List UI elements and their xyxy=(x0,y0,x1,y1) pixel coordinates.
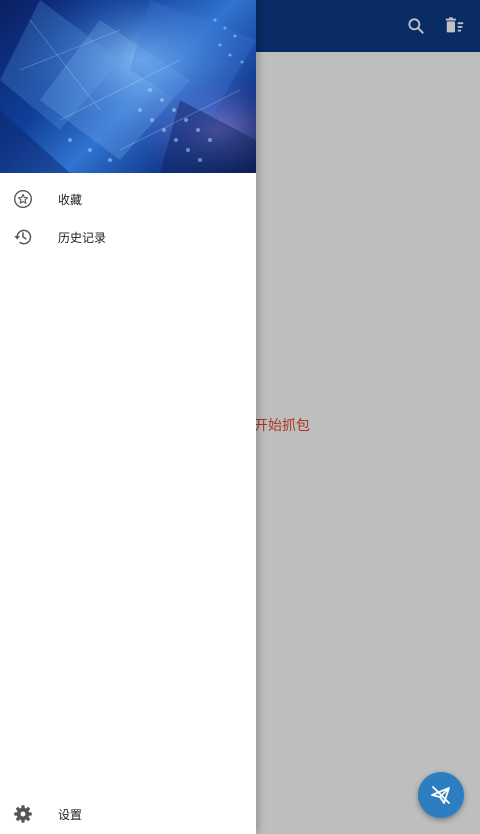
start-capture-fab[interactable] xyxy=(418,772,464,818)
drawer-item-label: 历史记录 xyxy=(58,230,107,245)
drawer-item-favorites[interactable]: 收藏 xyxy=(0,180,256,218)
drawer-item-settings[interactable]: 设置 xyxy=(0,795,256,833)
drawer-item-history[interactable]: 历史记录 xyxy=(0,218,256,256)
app-root: 点击下方按钮开始抓包 xyxy=(0,0,480,834)
drawer-header-image xyxy=(0,0,256,173)
drawer-item-label: 收藏 xyxy=(58,192,83,207)
header-abstract-artwork xyxy=(0,0,256,173)
send-off-icon xyxy=(431,786,450,804)
star-icon xyxy=(12,188,34,210)
drawer-item-label: 设置 xyxy=(58,807,83,822)
navigation-drawer: 收藏 历史记录 设置 xyxy=(0,0,256,834)
gear-icon xyxy=(12,803,34,825)
history-icon xyxy=(12,226,34,248)
